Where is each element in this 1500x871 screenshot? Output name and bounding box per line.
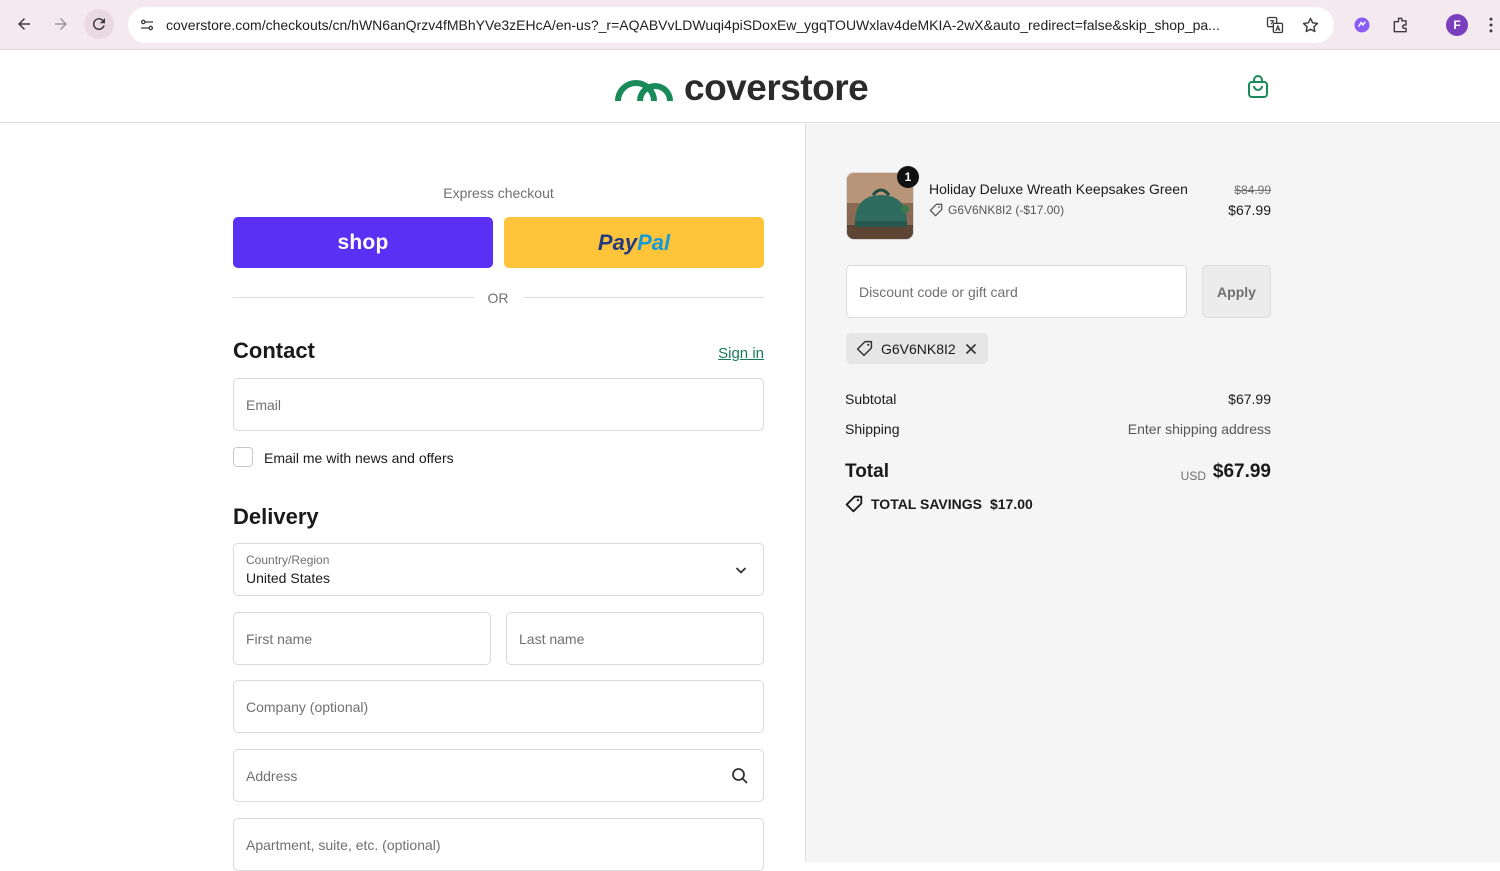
store-header: coverstore: [0, 50, 1500, 123]
discount-placeholder: Discount code or gift card: [859, 284, 1018, 300]
subtotal-value: $67.99: [1228, 391, 1271, 407]
apartment-field[interactable]: Apartment, suite, etc. (optional): [233, 818, 764, 871]
close-icon[interactable]: [964, 342, 978, 356]
tag-icon: [845, 495, 863, 513]
apartment-placeholder: Apartment, suite, etc. (optional): [246, 837, 441, 853]
discount-code-input[interactable]: Discount code or gift card: [846, 265, 1187, 318]
last-name-field[interactable]: Last name: [506, 612, 764, 665]
total-value: $67.99: [1212, 461, 1271, 482]
chevron-down-icon: [735, 567, 747, 574]
total-savings: TOTAL SAVINGS $17.00: [845, 495, 1033, 513]
applied-discount-chip: G6V6NK8I2: [846, 333, 988, 364]
address-bar[interactable]: coverstore.com/checkouts/cn/hWN6anQrzv4f…: [128, 7, 1334, 43]
company-field[interactable]: Company (optional): [233, 680, 764, 733]
express-checkout-label: Express checkout: [443, 185, 554, 201]
extensions-puzzle-icon[interactable]: [1389, 13, 1413, 37]
country-select[interactable]: Country/Region United States: [233, 543, 764, 596]
quantity-badge: 1: [897, 166, 919, 188]
address-placeholder: Address: [246, 768, 298, 784]
arrow-left-icon: [18, 18, 30, 30]
store-logo[interactable]: coverstore: [614, 67, 869, 108]
logo-text: coverstore: [684, 67, 869, 108]
address-field[interactable]: Address: [233, 749, 764, 802]
first-name-placeholder: First name: [246, 631, 313, 647]
profile-button[interactable]: F: [1445, 13, 1469, 37]
discounted-price: $67.99: [1228, 202, 1271, 218]
total-currency: USD: [1180, 469, 1206, 483]
reload-icon: [92, 18, 105, 31]
logo-arches-icon: [615, 80, 673, 102]
total-savings-label: TOTAL SAVINGS: [871, 496, 982, 512]
shipping-label: Shipping: [845, 421, 900, 437]
news-offers-label[interactable]: Email me with news and offers: [264, 450, 454, 466]
browser-toolbar: coverstore.com/checkouts/cn/hWN6anQrzv4f…: [0, 0, 1500, 50]
company-placeholder: Company (optional): [246, 699, 369, 715]
checkout-form: Express checkout shop Pay Pal OR Contact …: [0, 124, 805, 871]
country-label: Country/Region: [246, 553, 330, 567]
delivery-heading: Delivery: [233, 504, 319, 529]
divider: [523, 297, 764, 298]
country-value: United States: [246, 570, 331, 586]
divider: [233, 297, 474, 298]
original-price: $84.99: [1234, 183, 1271, 197]
apply-button[interactable]: Apply: [1202, 265, 1271, 318]
paypal-label-pay: Pay: [597, 229, 638, 255]
email-placeholder: Email: [246, 397, 282, 413]
email-field[interactable]: Email: [233, 378, 764, 431]
applied-discount-code: G6V6NK8I2: [881, 340, 956, 357]
tag-icon: [856, 340, 873, 357]
or-separator: OR: [487, 290, 509, 306]
last-name-placeholder: Last name: [519, 631, 585, 647]
paypal-button[interactable]: Pay Pal: [504, 217, 764, 268]
arrow-right-icon: [55, 18, 67, 30]
news-offers-checkbox[interactable]: [233, 447, 253, 467]
shop-pay-label: shop: [337, 230, 389, 254]
product-discount-text: G6V6NK8I2 (-$17.00): [948, 203, 1065, 217]
url-text[interactable]: coverstore.com/checkouts/cn/hWN6anQrzv4f…: [166, 17, 1256, 33]
shipping-value: Enter shipping address: [1127, 421, 1271, 437]
shopping-bag-icon[interactable]: [1246, 74, 1270, 100]
bookmark-star-icon[interactable]: [1299, 14, 1321, 36]
extension-icon[interactable]: [1350, 13, 1374, 37]
avatar: F: [1446, 14, 1468, 36]
shop-pay-button[interactable]: shop: [233, 217, 493, 268]
contact-heading: Contact: [233, 338, 315, 363]
order-summary: 1 Holiday Deluxe Wreath Keepsakes Green …: [805, 124, 1500, 862]
subtotal-label: Subtotal: [845, 391, 897, 407]
product-name: Holiday Deluxe Wreath Keepsakes Green: [929, 181, 1188, 197]
product-discount-line: G6V6NK8I2 (-$17.00): [929, 203, 1064, 217]
reload-button[interactable]: [84, 9, 114, 39]
total-label: Total: [845, 461, 889, 482]
search-icon: [732, 768, 748, 784]
menu-kebab-icon[interactable]: [1484, 13, 1498, 37]
forward-button[interactable]: [46, 9, 76, 39]
total-savings-value: $17.00: [989, 496, 1033, 512]
sign-in-link[interactable]: Sign in: [700, 345, 764, 362]
site-settings-icon[interactable]: [136, 14, 158, 36]
paypal-label-pal: Pal: [637, 229, 671, 255]
tag-icon: [929, 203, 943, 217]
back-button[interactable]: [9, 9, 39, 39]
translate-icon[interactable]: [1264, 14, 1286, 36]
first-name-field[interactable]: First name: [233, 612, 491, 665]
